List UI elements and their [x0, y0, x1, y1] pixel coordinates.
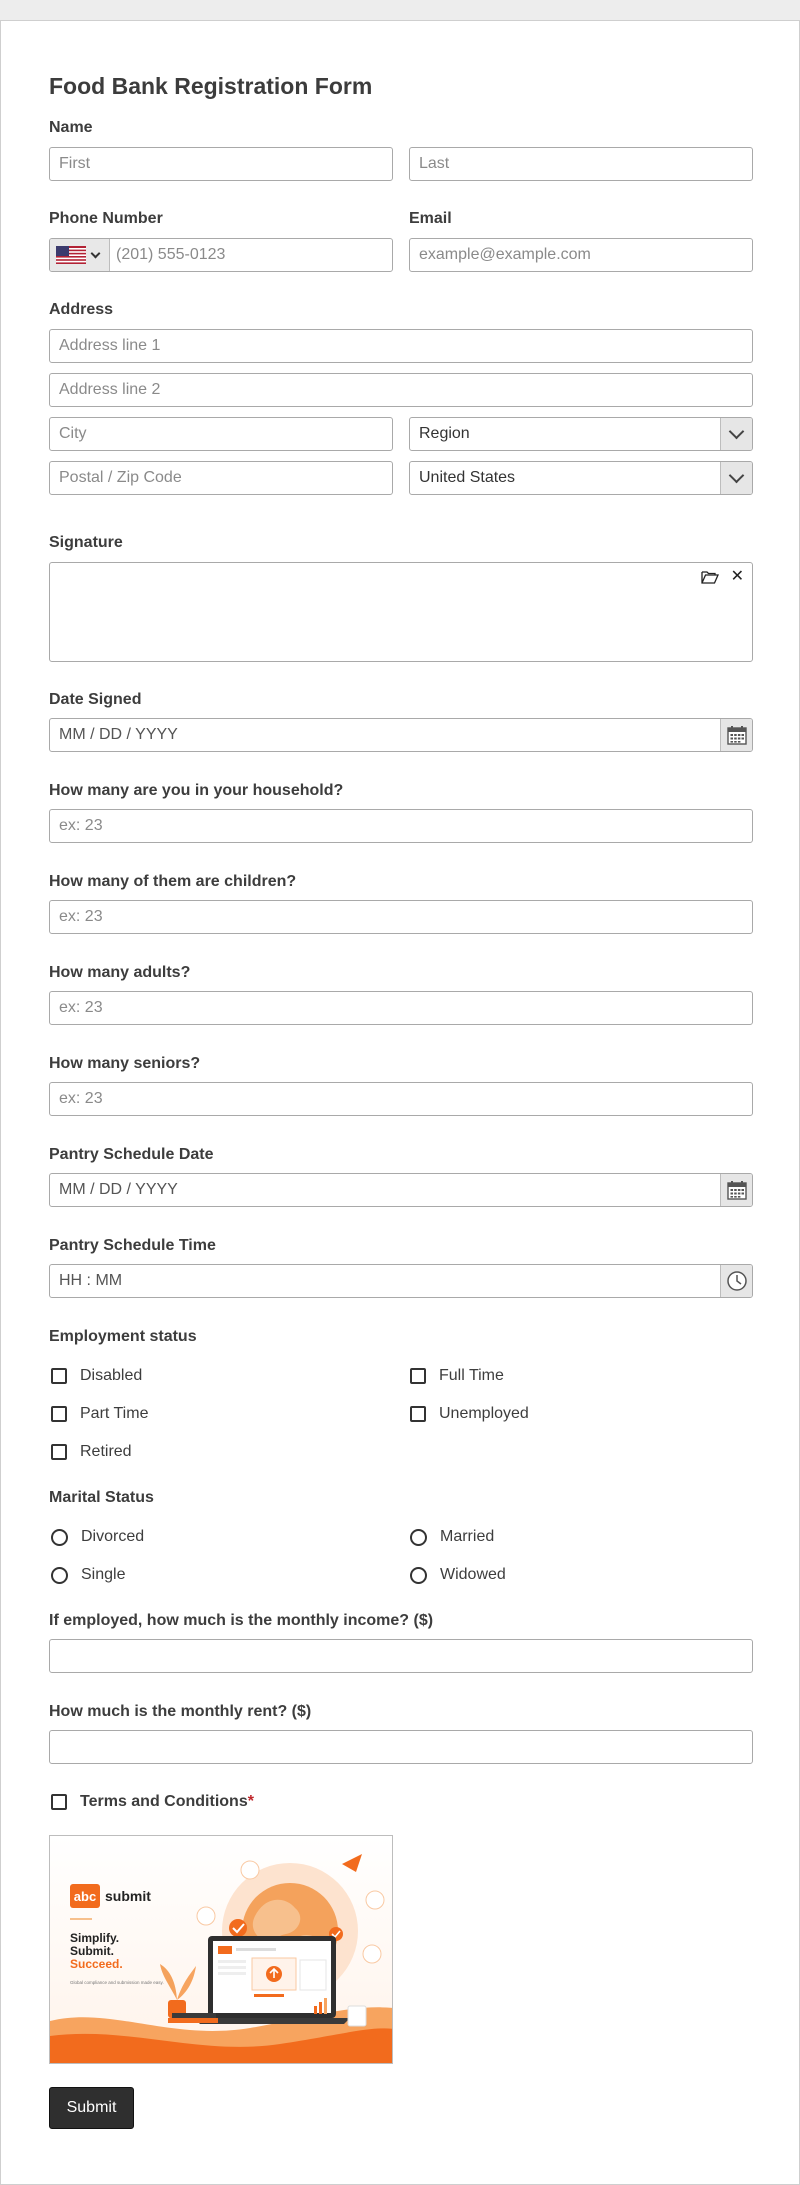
chevron-down-icon — [720, 462, 752, 494]
adults-input[interactable]: ex: 23 — [49, 991, 753, 1025]
radio[interactable] — [410, 1566, 427, 1584]
option-label: Divorced — [81, 1528, 145, 1545]
option-label: Full Time — [439, 1367, 504, 1384]
promo-line-3: Succeed. — [70, 1957, 123, 1971]
marital-option-single[interactable]: Single — [51, 1566, 125, 1584]
region-value: Region — [419, 425, 470, 442]
email-label: Email — [409, 210, 452, 227]
country-code-selector[interactable] — [50, 239, 110, 271]
checkbox[interactable] — [51, 1794, 67, 1810]
abc-submit-illustration: abc submit Simplify. Submit. Succeed. Gl… — [50, 1836, 392, 2063]
submit-button[interactable]: Submit — [49, 2087, 134, 2129]
employment-option-retired[interactable]: Retired — [51, 1443, 132, 1461]
calendar-icon[interactable] — [720, 719, 752, 751]
option-label: Single — [81, 1566, 126, 1583]
option-label: Unemployed — [439, 1405, 529, 1422]
employment-option-full-time[interactable]: Full Time — [410, 1367, 504, 1385]
phone-label: Phone Number — [49, 210, 163, 227]
radio[interactable] — [410, 1528, 427, 1546]
pantry-date-placeholder: MM / DD / YYYY — [59, 1181, 178, 1198]
income-input[interactable] — [49, 1639, 753, 1673]
phone-input[interactable]: (201) 555-0123 — [49, 238, 393, 272]
checkbox[interactable] — [51, 1406, 67, 1422]
postal-code-input[interactable]: Postal / Zip Code — [49, 461, 393, 495]
marital-option-married[interactable]: Married — [410, 1528, 494, 1546]
city-input[interactable]: City — [49, 417, 393, 451]
region-select[interactable]: Region — [409, 417, 753, 451]
checkbox[interactable] — [410, 1368, 426, 1384]
chevron-down-icon — [90, 248, 101, 258]
email-input[interactable]: example@example.com — [409, 238, 753, 272]
form-card: Food Bank Registration Form Name First L… — [0, 20, 800, 2185]
radio[interactable] — [51, 1566, 68, 1584]
pantry-time-label: Pantry Schedule Time — [49, 1237, 216, 1254]
employment-option-disabled[interactable]: Disabled — [51, 1367, 142, 1385]
rent-label: How much is the monthly rent? ($) — [49, 1703, 312, 1720]
household-label: How many are you in your household? — [49, 782, 344, 799]
logo-submit: submit — [105, 1888, 151, 1904]
pantry-date-input[interactable]: MM / DD / YYYY — [49, 1173, 753, 1207]
option-label: Widowed — [440, 1566, 506, 1583]
seniors-label: How many seniors? — [49, 1055, 201, 1072]
promo-image: abc submit Simplify. Submit. Succeed. Gl… — [49, 1835, 393, 2064]
address-line2-input[interactable]: Address line 2 — [49, 373, 753, 407]
pantry-date-label: Pantry Schedule Date — [49, 1146, 214, 1163]
adults-label: How many adults? — [49, 964, 191, 981]
income-label: If employed, how much is the monthly inc… — [49, 1612, 434, 1629]
signature-tools: ✕ — [700, 569, 744, 585]
address-line1-input[interactable]: Address line 1 — [49, 329, 753, 363]
checkbox[interactable] — [410, 1406, 426, 1422]
checkbox[interactable] — [51, 1444, 67, 1460]
chevron-down-icon — [720, 418, 752, 450]
option-label: Part Time — [80, 1405, 149, 1422]
signature-label: Signature — [49, 534, 123, 551]
promo-line-1: Simplify. — [70, 1931, 119, 1945]
pantry-time-placeholder: HH : MM — [59, 1272, 123, 1289]
us-flag-icon — [56, 246, 86, 264]
option-label: Disabled — [80, 1367, 143, 1384]
pantry-time-input[interactable]: HH : MM — [49, 1264, 753, 1298]
rent-input[interactable] — [49, 1730, 753, 1764]
seniors-input[interactable]: ex: 23 — [49, 1082, 753, 1116]
marital-option-widowed[interactable]: Widowed — [410, 1566, 506, 1584]
country-select[interactable]: United States — [409, 461, 753, 495]
name-label: Name — [49, 119, 93, 136]
terms-checkbox-row[interactable]: Terms and Conditions* — [51, 1793, 254, 1811]
country-value: United States — [419, 469, 516, 486]
logo-abc: abc — [74, 1889, 96, 1904]
date-signed-placeholder: MM / DD / YYYY — [59, 726, 178, 743]
children-input[interactable]: ex: 23 — [49, 900, 753, 934]
folder-open-icon[interactable] — [700, 570, 719, 584]
children-label: How many of them are children? — [49, 873, 297, 890]
marital-option-divorced[interactable]: Divorced — [51, 1528, 144, 1546]
promo-line-2: Submit. — [70, 1944, 114, 1958]
first-name-input[interactable]: First — [49, 147, 393, 181]
promo-small-text: Global compliance and submission made ea… — [70, 1980, 164, 1985]
household-input[interactable]: ex: 23 — [49, 809, 753, 843]
calendar-icon[interactable] — [720, 1174, 752, 1206]
clock-icon[interactable] — [720, 1265, 752, 1297]
option-label: Married — [440, 1528, 495, 1545]
last-name-input[interactable]: Last — [409, 147, 753, 181]
employment-option-part-time[interactable]: Part Time — [51, 1405, 148, 1423]
phone-placeholder: (201) 555-0123 — [116, 246, 226, 263]
form-title: Food Bank Registration Form — [49, 73, 373, 99]
checkbox[interactable] — [51, 1368, 67, 1384]
employment-label: Employment status — [49, 1328, 197, 1345]
signature-pad[interactable]: ✕ — [49, 562, 753, 662]
radio[interactable] — [51, 1528, 68, 1546]
clear-signature-icon[interactable]: ✕ — [731, 569, 744, 585]
terms-label: Terms and Conditions* — [80, 1793, 254, 1811]
required-mark: * — [247, 1793, 254, 1810]
employment-option-unemployed[interactable]: Unemployed — [410, 1405, 529, 1423]
marital-label: Marital Status — [49, 1489, 154, 1506]
date-signed-input[interactable]: MM / DD / YYYY — [49, 718, 753, 752]
date-signed-label: Date Signed — [49, 691, 142, 708]
option-label: Retired — [80, 1443, 132, 1460]
terms-text: Terms and Conditions — [80, 1793, 248, 1810]
address-label: Address — [49, 301, 114, 318]
